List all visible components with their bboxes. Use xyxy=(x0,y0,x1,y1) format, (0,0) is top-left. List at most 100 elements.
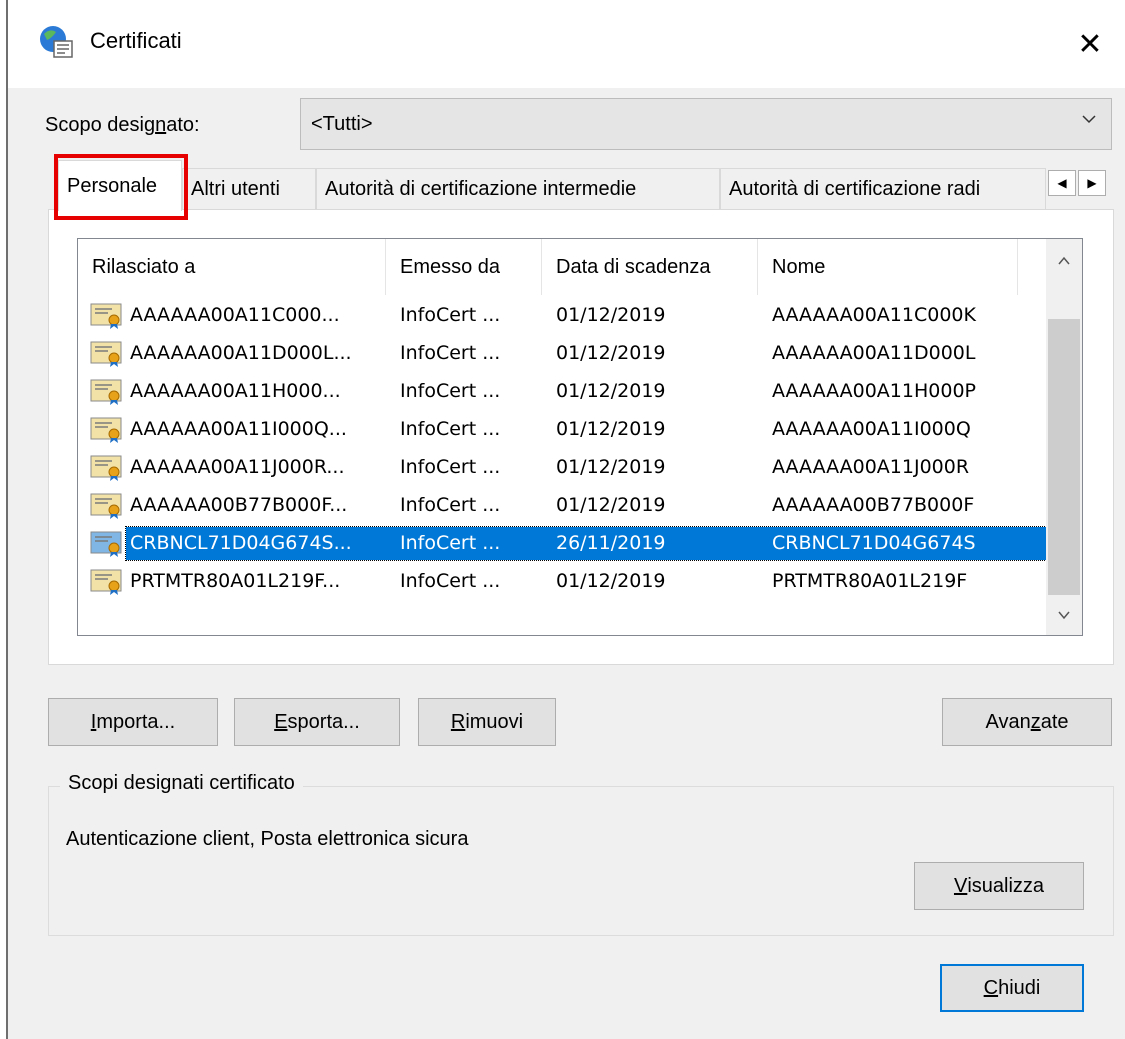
remove-button[interactable]: Rimuovi xyxy=(418,698,556,746)
column-header-label: Emesso da xyxy=(400,255,501,278)
certificate-icon xyxy=(90,341,122,367)
button-accesskey: V xyxy=(953,874,968,897)
cell-issued-by: InfoCert ... xyxy=(400,532,501,554)
title-bar: Certificati ✕ xyxy=(8,0,1125,88)
import-button[interactable]: Importa... xyxy=(48,698,218,746)
cell-issued-by: InfoCert ... xyxy=(400,304,501,326)
table-row[interactable]: AAAAAA00A11H000... InfoCert ... 01/12/2019… xyxy=(78,375,1046,408)
cell-expiry: 01/12/2019 xyxy=(556,380,666,402)
cell-issued-to: AAAAAA00A11I000Q... xyxy=(130,418,347,440)
table-row[interactable]: PRTMTR80A01L219F... InfoCert ... 01/12/201… xyxy=(78,565,1046,598)
close-button[interactable]: Chiudi xyxy=(940,964,1084,1012)
tab-autorita-radice[interactable]: Autorità di certificazione radi xyxy=(720,168,1046,210)
list-header: Rilasciato a Emesso da Data di scadenza … xyxy=(78,239,1046,295)
cell-name: AAAAAA00A11D000L xyxy=(772,342,976,364)
tab-label: Autorità di certificazione intermedie xyxy=(325,178,637,200)
certificate-icon xyxy=(90,531,122,557)
cell-name: PRTMTR80A01L219F xyxy=(772,570,968,592)
certificate-list[interactable]: Rilasciato a Emesso da Data di scadenza … xyxy=(77,238,1083,636)
cell-expiry: 01/12/2019 xyxy=(556,304,666,326)
table-row[interactable]: AAAAAA00A11I000Q... InfoCert ... 01/12/201… xyxy=(78,413,1046,446)
tab-scroll-right-button[interactable]: ▶ xyxy=(1078,170,1106,196)
scope-dropdown[interactable]: <Tutti> xyxy=(300,98,1112,150)
close-icon: ✕ xyxy=(1077,27,1103,61)
advanced-button[interactable]: Avan z ate xyxy=(942,698,1112,746)
certificate-icon xyxy=(90,379,122,405)
tab-label: Autorità di certificazione radi xyxy=(729,178,981,200)
table-row[interactable]: AAAAAA00A11J000R... InfoCert ... 01/12/201… xyxy=(78,451,1046,484)
purposes-groupbox xyxy=(48,786,1114,936)
tab-scroll-left-button[interactable]: ◀ xyxy=(1048,170,1076,196)
tab-label: Altri utenti xyxy=(191,178,280,200)
cell-issued-by: InfoCert ... xyxy=(400,418,501,440)
column-header-issued-by[interactable]: Emesso da xyxy=(386,239,542,295)
cell-issued-to: AAAAAA00B77B000F... xyxy=(130,494,348,516)
certificates-dialog: Certificati ✕ Scopo designato: <Tutti> P… xyxy=(6,0,1125,1039)
cell-issued-to: CRBNCL71D04G674S... xyxy=(130,532,352,554)
cell-name: CRBNCL71D04G674S xyxy=(772,532,976,554)
table-row[interactable]: AAAAAA00A11C000... InfoCert ... 01/12/2019… xyxy=(78,299,1046,332)
tab-autorita-intermedie[interactable]: Autorità di certificazione intermedie xyxy=(316,168,720,210)
view-button[interactable]: Visualizza xyxy=(914,862,1084,910)
cell-name: AAAAAA00A11J000R xyxy=(772,456,970,478)
column-header-label: Nome xyxy=(772,255,826,278)
tab-label: Personale xyxy=(67,174,158,197)
vertical-scrollbar[interactable] xyxy=(1046,239,1082,635)
triangle-right-icon: ▶ xyxy=(1087,176,1097,190)
certificate-icon xyxy=(90,569,122,595)
cell-issued-by: InfoCert ... xyxy=(400,456,501,478)
button-label-post: ate xyxy=(1040,710,1069,733)
cell-expiry: 01/12/2019 xyxy=(556,494,666,516)
cell-issued-to: AAAAAA00A11D000L... xyxy=(130,342,352,364)
cell-expiry: 01/12/2019 xyxy=(556,570,666,592)
tab-personale[interactable]: Personale xyxy=(58,160,182,211)
table-row[interactable]: CRBNCL71D04G674S... InfoCert ... 26/11/201… xyxy=(78,526,1047,561)
cell-issued-to: PRTMTR80A01L219F... xyxy=(130,570,341,592)
cell-expiry: 01/12/2019 xyxy=(556,456,666,478)
column-header-name[interactable]: Nome xyxy=(758,239,1018,295)
column-header-label: Rilasciato a xyxy=(92,255,196,278)
cell-name: AAAAAA00A11C000K xyxy=(772,304,976,326)
chevron-down-icon xyxy=(1058,611,1070,620)
tab-panel: Rilasciato a Emesso da Data di scadenza … xyxy=(48,209,1114,665)
chevron-down-icon xyxy=(1081,111,1097,132)
cell-issued-by: InfoCert ... xyxy=(400,570,501,592)
tab-altri-utenti[interactable]: Altri utenti xyxy=(182,168,316,210)
button-label-post: sporta... xyxy=(287,710,360,733)
cell-name: AAAAAA00A11H000P xyxy=(772,380,976,402)
export-button[interactable]: Esporta... xyxy=(234,698,400,746)
certificate-icon xyxy=(90,417,122,443)
scope-value: <Tutti> xyxy=(311,113,373,135)
scope-label: Scopo designato: xyxy=(45,114,200,136)
scroll-down-button[interactable] xyxy=(1046,597,1082,633)
button-accesskey: z xyxy=(1030,710,1041,733)
button-accesskey: C xyxy=(983,976,999,999)
cell-issued-to: AAAAAA00A11C000... xyxy=(130,304,340,326)
button-accesskey: R xyxy=(450,710,466,733)
close-window-button[interactable]: ✕ xyxy=(1055,0,1125,88)
scroll-thumb[interactable] xyxy=(1048,319,1080,595)
cell-issued-to: AAAAAA00A11J000R... xyxy=(130,456,345,478)
cell-name: AAAAAA00B77B000F xyxy=(772,494,975,516)
triangle-left-icon: ◀ xyxy=(1057,176,1067,190)
table-row[interactable]: AAAAAA00A11D000L... InfoCert ... 01/12/201… xyxy=(78,337,1046,370)
button-label-post: mporta... xyxy=(96,710,176,733)
cell-issued-to: AAAAAA00A11H000... xyxy=(130,380,341,402)
column-header-expiry[interactable]: Data di scadenza xyxy=(542,239,758,295)
certificate-icon xyxy=(90,455,122,481)
button-label-post: imuovi xyxy=(465,710,524,733)
column-header-label: Data di scadenza xyxy=(556,255,711,278)
cell-issued-by: InfoCert ... xyxy=(400,342,501,364)
certificate-icon xyxy=(90,303,122,329)
cell-expiry: 01/12/2019 xyxy=(556,418,666,440)
button-accesskey: E xyxy=(274,710,288,733)
table-row[interactable]: AAAAAA00B77B000F... InfoCert ... 01/12/201… xyxy=(78,489,1046,522)
certificate-globe-icon xyxy=(40,26,73,58)
certificate-icon xyxy=(90,493,122,519)
cell-expiry: 01/12/2019 xyxy=(556,342,666,364)
button-label-pre: Avan xyxy=(985,710,1031,733)
purposes-group-title: Scopi designati certificato xyxy=(60,772,303,795)
scroll-up-button[interactable] xyxy=(1046,243,1082,279)
column-header-issued-to[interactable]: Rilasciato a xyxy=(78,239,386,295)
button-label-post: hiudi xyxy=(998,976,1041,999)
